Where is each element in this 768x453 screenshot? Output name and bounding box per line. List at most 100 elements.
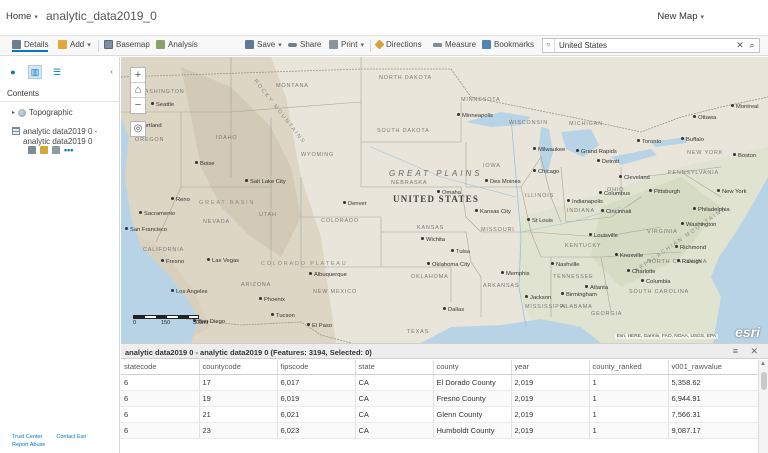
- analysis-button[interactable]: Analysis: [156, 40, 198, 49]
- attribute-table: statecode countycode fipscode state coun…: [121, 360, 759, 439]
- layer-item-topographic[interactable]: ▸ Topographic: [12, 108, 73, 117]
- table-cell: Glenn County: [433, 406, 512, 423]
- column-header[interactable]: fipscode: [277, 360, 356, 375]
- print-button[interactable]: Print ▾: [329, 40, 364, 49]
- chevron-down-icon: ▾: [34, 13, 38, 21]
- expand-arrow-icon[interactable]: ▸: [12, 109, 15, 116]
- details-button[interactable]: Details: [12, 40, 49, 52]
- home-extent-button[interactable]: ⌂: [131, 83, 145, 98]
- state-label: MONTANA: [276, 83, 309, 89]
- column-header[interactable]: statecode: [121, 360, 200, 375]
- city-label: Boston: [733, 153, 756, 159]
- city-label: Seattle: [151, 102, 174, 108]
- change-style-icon[interactable]: [40, 146, 48, 154]
- table-cell: 6: [121, 422, 200, 439]
- clear-search-icon[interactable]: ✕: [735, 40, 745, 51]
- table-row[interactable]: 6 21 6,021 CA Glenn County 2,019 1 7,566…: [121, 406, 759, 423]
- layer-item-analytic-data[interactable]: analytic data2019 0 - analytic data2019 …: [12, 127, 112, 147]
- city-label: Columbus: [599, 191, 630, 197]
- table-cell: 2,019: [511, 390, 590, 407]
- directions-button[interactable]: Directions: [374, 39, 422, 50]
- state-label: ALABAMA: [561, 304, 593, 310]
- table-cell: 1: [589, 422, 669, 439]
- filter-icon[interactable]: [52, 146, 60, 154]
- table-row[interactable]: 6 23 6,023 CA Humboldt County 2,019 1 9,…: [121, 422, 759, 439]
- close-icon[interactable]: ✕: [750, 346, 758, 357]
- city-label: Pittsburgh: [649, 189, 680, 195]
- column-header[interactable]: v001_rawvalue: [668, 360, 759, 375]
- table-scrollbar[interactable]: ▲: [758, 360, 768, 453]
- bookmarks-button[interactable]: Bookmarks: [482, 40, 534, 49]
- table-row[interactable]: 6 19 6,019 CA Fresno County 2,019 1 6,94…: [121, 390, 759, 407]
- add-button[interactable]: Add ▾: [58, 40, 91, 49]
- city-label: Cincinnati: [601, 209, 631, 215]
- table-cell: 7,566.31: [668, 406, 759, 423]
- city-label: Tucson: [271, 313, 295, 319]
- city-label: Jackson: [525, 295, 551, 301]
- city-label: Minneapolis: [457, 113, 493, 119]
- city-label: El Paso: [307, 323, 332, 329]
- table-options-icon[interactable]: ≡: [733, 346, 738, 356]
- chevron-down-icon: ▾: [278, 41, 282, 49]
- more-options-icon[interactable]: •••: [64, 146, 73, 155]
- save-button[interactable]: Save ▾: [245, 40, 282, 49]
- measure-button[interactable]: Measure: [433, 40, 476, 49]
- footer-links: Trust Center Contact Esri Report Abuse: [12, 433, 100, 449]
- state-label: INDIANA: [567, 208, 595, 214]
- table-row[interactable]: 6 17 6,017 CA El Dorado County 2,019 1 5…: [121, 374, 759, 391]
- legend-icon[interactable]: ☰: [50, 65, 64, 79]
- column-header[interactable]: county_ranked: [589, 360, 669, 375]
- city-label: Las Vegas: [207, 258, 239, 264]
- about-icon[interactable]: ●: [6, 65, 20, 79]
- column-header[interactable]: year: [511, 360, 590, 375]
- contact-esri-link[interactable]: Contact Esri: [56, 434, 86, 440]
- table-cell: 6,017: [277, 374, 356, 391]
- analysis-label: Analysis: [168, 40, 198, 49]
- layer-actions: •••: [28, 146, 73, 155]
- column-header[interactable]: state: [355, 360, 434, 375]
- collapse-panel-icon[interactable]: ‹: [110, 67, 113, 76]
- table-title: analytic data2019 0 - analytic data2019 …: [125, 348, 372, 357]
- report-abuse-link[interactable]: Report Abuse: [12, 442, 45, 448]
- zoom-in-button[interactable]: +: [131, 68, 145, 83]
- mountain-label: COLORADO PLATEAU: [261, 261, 348, 267]
- contents-tab-icon[interactable]: ▥: [28, 65, 42, 79]
- scale-bar-graphic: [133, 315, 199, 319]
- city-label: Dallas: [443, 307, 464, 313]
- locate-button[interactable]: ◎: [130, 121, 146, 137]
- search-icon[interactable]: ⌕: [745, 40, 759, 51]
- home-menu[interactable]: Home ▾: [6, 11, 38, 22]
- show-table-icon[interactable]: [28, 146, 36, 154]
- state-label: ARIZONA: [241, 282, 272, 288]
- zoom-out-button[interactable]: −: [131, 98, 145, 113]
- table-cell: CA: [355, 374, 434, 391]
- city-label: Salt Lake City: [245, 179, 286, 185]
- scrollbar-thumb[interactable]: [761, 372, 767, 390]
- city-label: Boise: [195, 161, 215, 167]
- divider: [0, 101, 119, 102]
- table-cell: CA: [355, 422, 434, 439]
- trust-center-link[interactable]: Trust Center: [12, 434, 42, 440]
- table-cell: 6: [121, 374, 200, 391]
- search-input[interactable]: [555, 41, 735, 50]
- table-cell: 2,019: [511, 406, 590, 423]
- scale-label: 300mi: [193, 320, 208, 326]
- table-cell: 6,021: [277, 406, 356, 423]
- share-button[interactable]: Share: [288, 40, 321, 49]
- column-header[interactable]: countycode: [199, 360, 278, 375]
- basemap-button[interactable]: Basemap: [104, 40, 150, 49]
- search-source-dropdown-icon[interactable]: ▿: [543, 39, 555, 52]
- state-label: WYOMING: [301, 152, 335, 158]
- city-label: Cleveland: [619, 175, 650, 181]
- map-attribution[interactable]: Esri, HERE, Garmin, FAO, NOAA, USGS, EPA: [614, 334, 718, 339]
- scroll-up-icon[interactable]: ▲: [760, 361, 766, 367]
- scale-bar: 0 150 300mi: [133, 315, 208, 327]
- table-cell: 9,087.17: [668, 422, 759, 439]
- new-map-menu[interactable]: New Map ▾: [657, 11, 704, 22]
- map-view[interactable]: WASHINGTON MONTANA NORTH DAKOTA MINNESOT…: [121, 57, 768, 343]
- bookmarks-icon: [482, 40, 491, 49]
- save-icon: [245, 40, 254, 49]
- home-label: Home: [6, 11, 32, 22]
- column-header[interactable]: county: [433, 360, 512, 375]
- map-title[interactable]: analytic_data2019_0: [46, 9, 157, 23]
